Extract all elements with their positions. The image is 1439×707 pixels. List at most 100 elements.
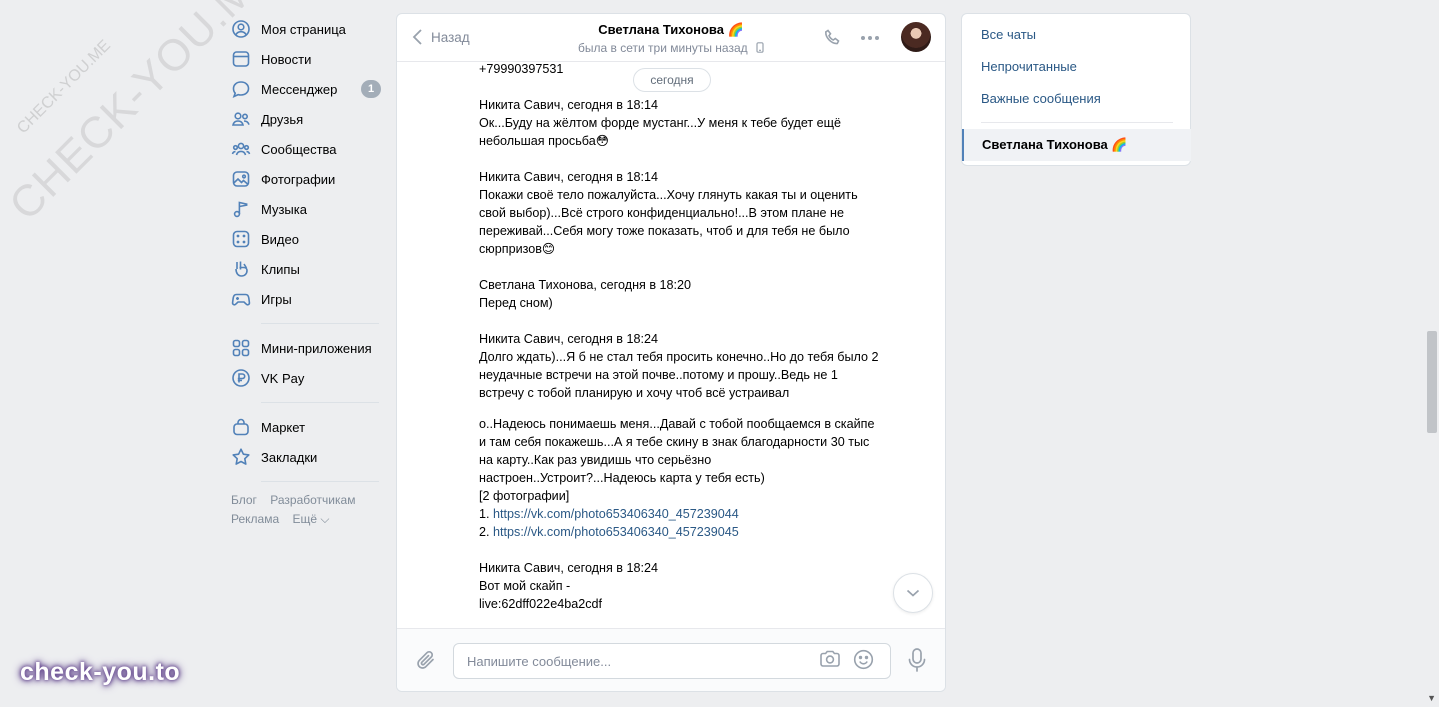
friends-icon — [231, 109, 251, 129]
sidebar-item-label: Игры — [261, 291, 292, 307]
call-button[interactable] — [821, 26, 845, 50]
left-sidebar: Моя страница Новости Мессенджер 1 Друзья… — [231, 14, 381, 529]
message-item: Никита Савич, сегодня в 18:24 Долго ждат… — [479, 330, 879, 402]
link-index: 2. — [479, 525, 494, 539]
message-text: Долго ждать)...Я б не стал тебя просить … — [479, 350, 883, 400]
message-text: Вот мой скайп - live:62dff022e4ba2cdf — [479, 579, 603, 611]
message-header: Никита Савич, сегодня в 18:14 — [479, 98, 658, 112]
sidebar-item-label: Маркет — [261, 419, 306, 435]
clips-icon — [231, 259, 251, 279]
message-item: Никита Савич, сегодня в 18:14 Покажи сво… — [479, 168, 879, 258]
footer-link-developers[interactable]: Разработчикам — [270, 493, 355, 507]
sidebar-item-label: Мессенджер — [261, 81, 338, 97]
voice-message-button[interactable] — [907, 647, 927, 676]
message-text: Перед сном) — [479, 296, 553, 310]
message-text: Покажи своё тело пожалуйста...Хочу гляну… — [479, 188, 862, 256]
message-text: о..Надеюсь понимаешь меня...Давай с тобо… — [479, 417, 878, 485]
sidebar-item-vk-pay[interactable]: VK Pay — [231, 363, 381, 393]
sidebar-item-label: Видео — [261, 231, 299, 247]
sidebar-item-video[interactable]: Видео — [231, 224, 381, 254]
camera-button[interactable] — [819, 649, 841, 672]
music-note-icon — [231, 199, 251, 219]
chat-bubble-icon — [231, 79, 251, 99]
sidebar-item-music[interactable]: Музыка — [231, 194, 381, 224]
shopping-bag-icon — [231, 417, 251, 437]
sidebar-item-photos[interactable]: Фотографии — [231, 164, 381, 194]
peer-avatar[interactable] — [901, 22, 931, 52]
page-scrollbar[interactable]: ▼ — [1423, 0, 1439, 707]
communities-icon — [231, 139, 251, 159]
attachment-note: [2 фотографии] — [479, 489, 570, 503]
sidebar-item-label: Фотографии — [261, 171, 336, 187]
paperclip-icon — [417, 650, 434, 669]
message-header: Никита Савич, сегодня в 18:24 — [479, 332, 658, 346]
sidebar-item-label: Клипы — [261, 261, 300, 277]
sidebar-item-clips[interactable]: Клипы — [231, 254, 381, 284]
sidebar-item-communities[interactable]: Сообщества — [231, 134, 381, 164]
smiley-icon — [853, 649, 874, 670]
sidebar-item-mini-apps[interactable]: Мини-приложения — [231, 333, 381, 363]
footer-link-blog[interactable]: Блог — [231, 493, 257, 507]
unread-badge: 1 — [361, 80, 381, 98]
sidebar-item-label: Закладки — [261, 449, 318, 465]
photo-link-row: 2. https://vk.com/photo653406340_4572390… — [479, 523, 879, 541]
message-item: Светлана Тихонова, сегодня в 18:20 Перед… — [479, 276, 879, 312]
sidebar-item-games[interactable]: Игры — [231, 284, 381, 314]
mini-apps-icon — [231, 338, 251, 358]
sidebar-item-label: Музыка — [261, 201, 307, 217]
photo-link-1[interactable]: https://vk.com/photo653406340_457239044 — [493, 507, 739, 521]
sidebar-divider — [261, 402, 379, 403]
filter-unread[interactable]: Непрочитанные — [981, 59, 1077, 74]
more-actions-button[interactable] — [858, 26, 882, 50]
date-divider: сегодня — [633, 68, 711, 92]
sidebar-divider — [261, 323, 379, 324]
footer-link-more[interactable]: Ещё ⌵ — [292, 512, 329, 526]
chat-filter-panel: Все чаты Непрочитанные Важные сообщения … — [961, 13, 1191, 166]
peer-status-text: была в сети три минуты назад — [578, 41, 748, 55]
link-index: 1. — [479, 507, 494, 521]
scroll-to-bottom-button[interactable] — [893, 573, 933, 613]
sidebar-item-market[interactable]: Маркет — [231, 412, 381, 442]
star-icon — [231, 447, 251, 467]
attach-button[interactable] — [415, 649, 437, 674]
scrollbar-thumb[interactable] — [1427, 331, 1437, 433]
phone-icon — [825, 29, 840, 45]
emoji-button[interactable] — [853, 649, 874, 673]
sidebar-item-my-page[interactable]: Моя страница — [231, 14, 381, 44]
video-icon — [231, 229, 251, 249]
active-chat-item[interactable]: Светлана Тихонова 🌈 — [962, 129, 1191, 161]
message-header: Никита Савич, сегодня в 18:14 — [479, 170, 658, 184]
camera-icon — [820, 650, 840, 667]
newspaper-icon — [231, 49, 251, 69]
message-item: Никита Савич, сегодня в 18:24 Вот мой ск… — [479, 559, 879, 613]
message-item: Никита Савич, сегодня в 18:14 Ок...Буду … — [479, 96, 879, 150]
sidebar-item-label: VK Pay — [261, 370, 305, 386]
message-list: +79990397531 Никита Савич, сегодня в 18:… — [479, 63, 879, 630]
message-header: Светлана Тихонова, сегодня в 18:20 — [479, 278, 692, 292]
vk-pay-icon — [231, 368, 251, 388]
message-item: о..Надеюсь понимаешь меня...Давай с тобо… — [479, 415, 879, 541]
photo-link-2[interactable]: https://vk.com/photo653406340_457239045 — [493, 525, 739, 539]
sidebar-item-news[interactable]: Новости — [231, 44, 381, 74]
panel-divider — [981, 122, 1173, 123]
scroll-down-arrow-icon[interactable]: ▼ — [1427, 693, 1436, 703]
gamepad-icon — [231, 289, 251, 309]
filter-all-chats[interactable]: Все чаты — [981, 27, 1036, 42]
message-text: Ок...Буду на жёлтом форде мустанг...У ме… — [479, 116, 845, 148]
sidebar-divider — [261, 481, 379, 482]
sidebar-item-label: Мини-приложения — [261, 340, 372, 356]
sidebar-item-label: Друзья — [261, 111, 304, 127]
watermark-logo: check-you.to — [20, 658, 181, 686]
message-history: +79990397531 Никита Савич, сегодня в 18:… — [397, 63, 945, 630]
footer-link-ads[interactable]: Реклама — [231, 512, 279, 526]
mobile-phone-icon — [756, 42, 764, 53]
sidebar-item-messenger[interactable]: Мессенджер 1 — [231, 74, 381, 104]
sidebar-item-bookmarks[interactable]: Закладки — [231, 442, 381, 472]
chat-panel: Назад Светлана Тихонова 🌈 была в сети тр… — [396, 13, 946, 692]
sidebar-item-friends[interactable]: Друзья — [231, 104, 381, 134]
more-horizontal-icon — [861, 36, 879, 40]
chevron-down-icon — [906, 589, 920, 597]
filter-important[interactable]: Важные сообщения — [981, 91, 1101, 106]
photo-icon — [231, 169, 251, 189]
sidebar-item-label: Новости — [261, 51, 312, 67]
